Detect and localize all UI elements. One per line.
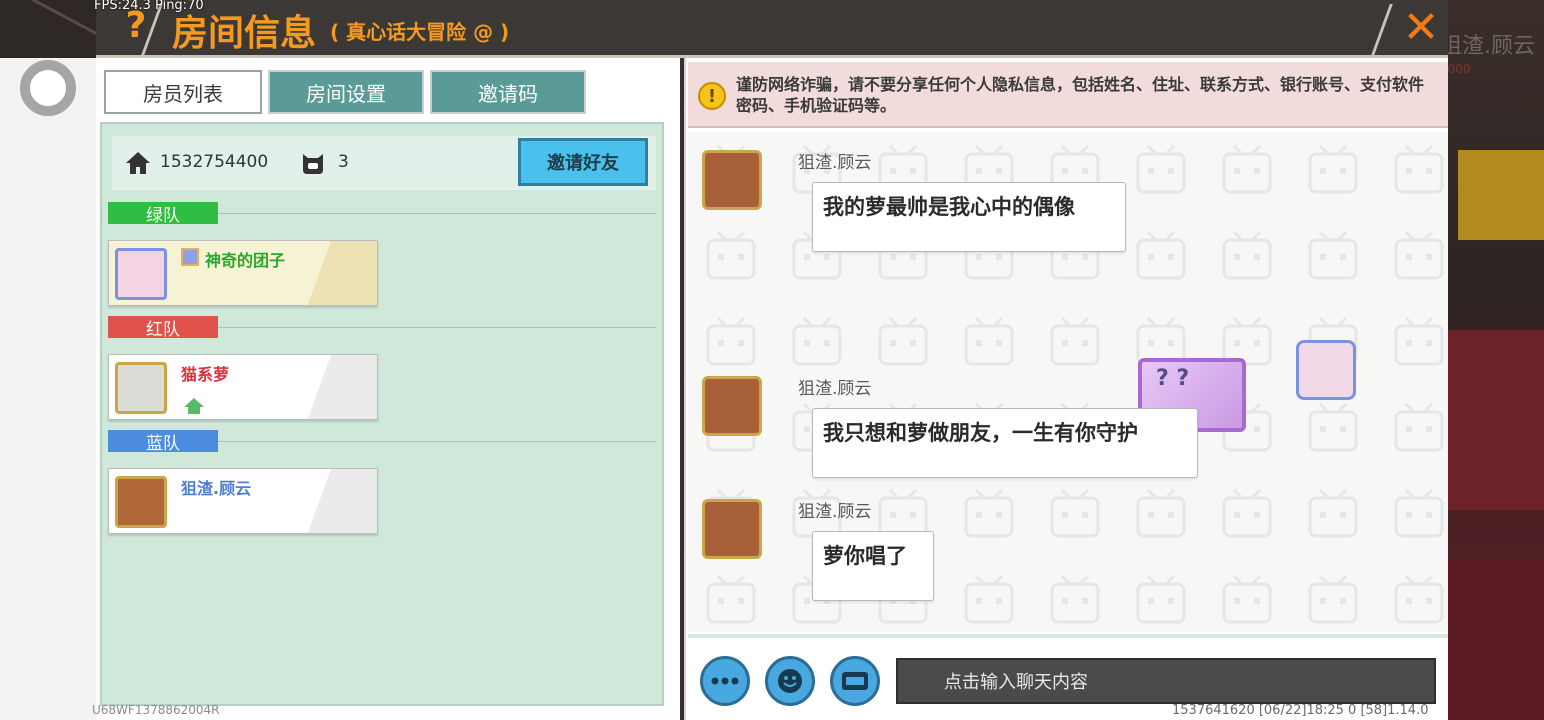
- ring-button[interactable]: [20, 60, 76, 116]
- player-name: 狙渣.顾云: [181, 479, 252, 498]
- avatar: [115, 362, 167, 414]
- message-bubble: 萝你唱了: [812, 531, 934, 601]
- avatar[interactable]: [702, 150, 762, 210]
- player-count: 3: [338, 152, 349, 172]
- tab-room-settings[interactable]: 房间设置: [268, 70, 424, 114]
- team-divider: [218, 441, 656, 442]
- quick-chat-button[interactable]: [830, 656, 880, 706]
- message-bubble: 我只想和萝做朋友，一生有你守护: [812, 408, 1198, 478]
- emoji-button[interactable]: [765, 656, 815, 706]
- room-info-row: 1532754400 3 邀请好友: [112, 136, 656, 190]
- chat-panel: ! 谨防网络诈骗，请不要分享任何个人隐私信息，包括姓名、住址、联系方式、银行账号…: [684, 58, 1448, 720]
- build-info: 1537641620 [06/22]18:25 0 [58]1.14.0: [1172, 703, 1429, 718]
- background-right-scene: [1448, 0, 1544, 720]
- avatar: [115, 248, 167, 300]
- message-sender: 狙渣.顾云: [798, 379, 872, 399]
- avatar[interactable]: [702, 499, 762, 559]
- background-player-name: 狙渣.顾云: [1440, 34, 1535, 59]
- self-avatar[interactable]: [1296, 340, 1356, 400]
- home-icon: [126, 152, 150, 174]
- member-list: 1532754400 3 邀请好友 绿队 神奇的团子 红队 猫系萝 蓝队 狙渣.…: [100, 122, 664, 706]
- avatar: [115, 476, 167, 528]
- warning-icon: !: [698, 82, 726, 110]
- message-sender: 狙渣.顾云: [798, 502, 872, 522]
- chat-input[interactable]: 点击输入聊天内容: [896, 658, 1436, 704]
- player-card-green-1[interactable]: 神奇的团子: [108, 240, 378, 306]
- keyboard-icon: [842, 672, 868, 690]
- team-divider: [218, 213, 656, 214]
- player-count-icon: [303, 154, 323, 174]
- background-left-scene: [0, 0, 96, 58]
- team-label-green: 绿队: [108, 202, 218, 226]
- room-id: 1532754400: [160, 152, 269, 172]
- notice-text: 谨防网络诈骗，请不要分享任何个人隐私信息，包括姓名、住址、联系方式、银行账号、支…: [736, 75, 1425, 115]
- fraud-warning-notice: ! 谨防网络诈骗，请不要分享任何个人隐私信息，包括姓名、住址、联系方式、银行账号…: [688, 62, 1448, 128]
- player-name: 猫系萝: [181, 365, 230, 384]
- close-button[interactable]: ✕: [1396, 2, 1446, 53]
- room-members-panel: 房员列表 房间设置 邀请码 1532754400 3 邀请好友 绿队 神奇的团子…: [96, 58, 680, 720]
- badge-icon: [181, 248, 199, 266]
- team-label-red: 红队: [108, 316, 218, 340]
- tab-member-list[interactable]: 房员列表: [104, 70, 262, 114]
- invite-friends-button[interactable]: 邀请好友: [518, 138, 648, 186]
- team-label-blue: 蓝队: [108, 430, 218, 454]
- team-divider: [218, 327, 656, 328]
- host-home-icon: [184, 398, 204, 414]
- tab-invite-code[interactable]: 邀请码: [430, 70, 586, 114]
- device-id: U68WF1378862004R: [92, 703, 220, 717]
- player-card-red-1[interactable]: 猫系萝: [108, 354, 378, 420]
- more-options-button[interactable]: [700, 656, 750, 706]
- emoji-icon: [778, 669, 802, 693]
- avatar[interactable]: [702, 376, 762, 436]
- message-bubble: 我的萝最帅是我心中的偶像: [812, 182, 1126, 252]
- fps-ping-readout: FPS:24.3 Ping:70: [94, 0, 204, 13]
- room-name: ( 真心话大冒险 @ ): [330, 20, 510, 44]
- chat-message-area[interactable]: 狙渣.顾云 我的萝最帅是我心中的偶像 ? ? 狙渣.顾云 我只想和萝做朋友，一生…: [688, 132, 1448, 632]
- player-card-blue-1[interactable]: 狙渣.顾云: [108, 468, 378, 534]
- message-sender: 狙渣.顾云: [798, 153, 872, 173]
- player-name: 神奇的团子: [205, 251, 286, 270]
- more-icon: [711, 677, 739, 685]
